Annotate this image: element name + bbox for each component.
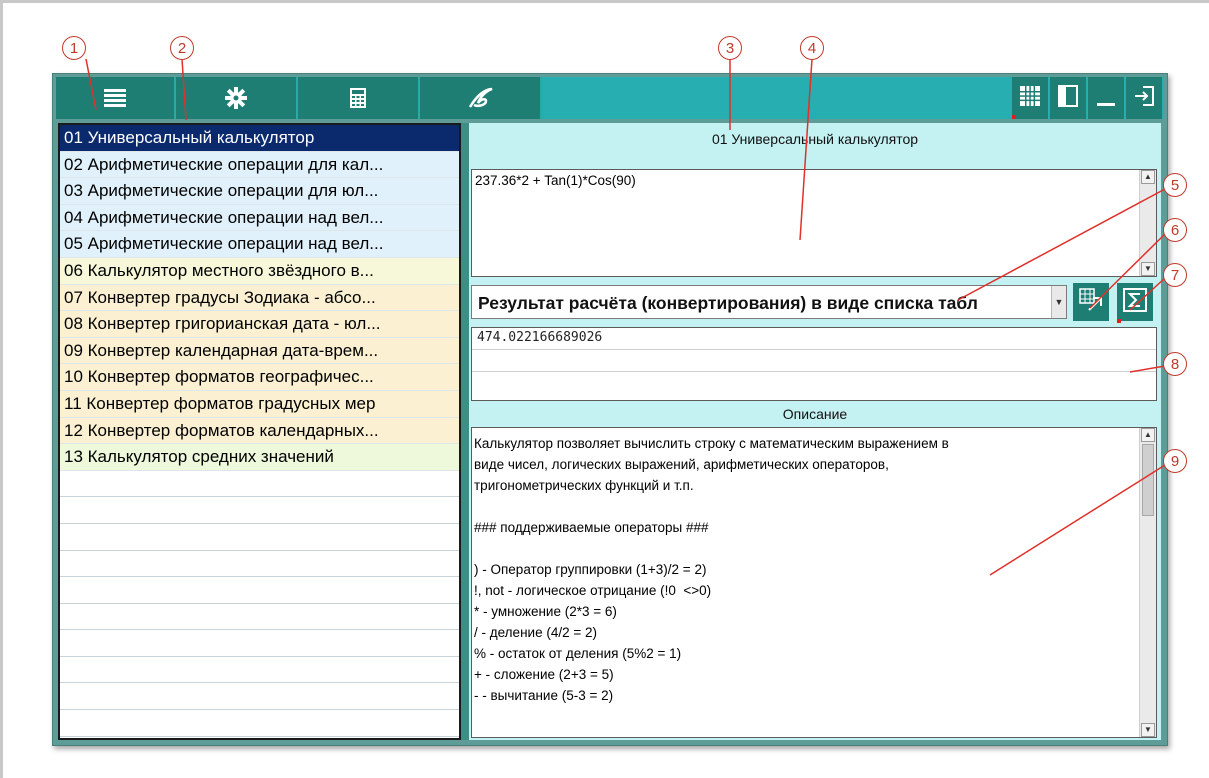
callout-9: 9 [1163,449,1187,473]
callout-5: 5 [1163,173,1187,197]
callout-1: 1 [62,36,86,60]
callout-3: 3 [718,36,742,60]
callout-2: 2 [170,36,194,60]
callout-7: 7 [1163,263,1187,287]
callout-6: 6 [1163,218,1187,242]
callout-4: 4 [800,36,824,60]
callout-lines [85,58,1166,576]
callout-8: 8 [1163,352,1187,376]
